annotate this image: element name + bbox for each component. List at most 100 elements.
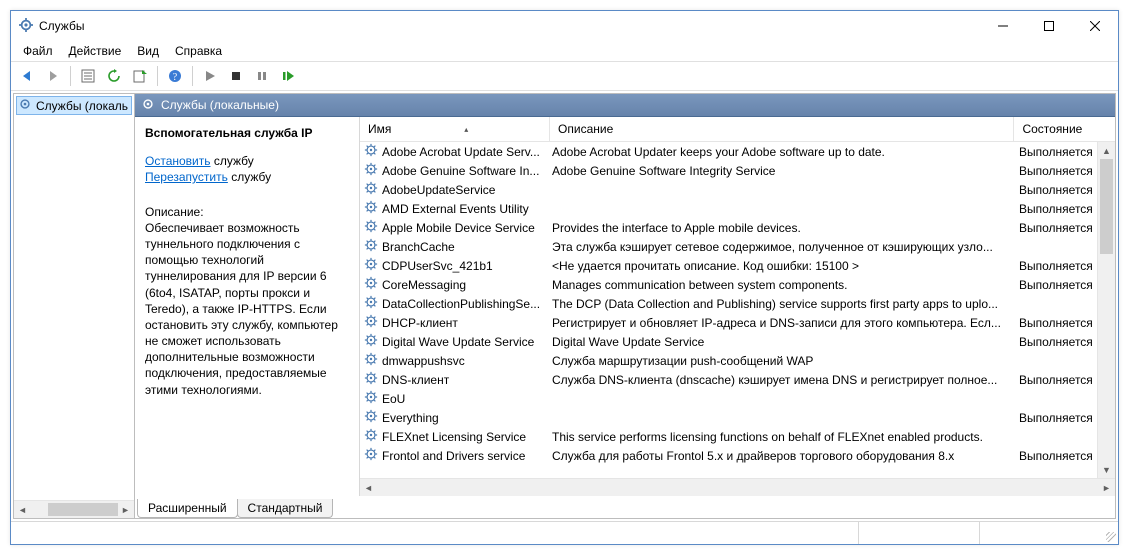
service-row[interactable]: FLEXnet Licensing ServiceThis service pe… [360, 427, 1115, 446]
service-description: Manages communication between system com… [548, 278, 1015, 292]
col-header-desc-label: Описание [558, 122, 613, 136]
stop-service-link[interactable]: Остановить [145, 154, 211, 168]
service-name: Apple Mobile Device Service [382, 221, 535, 235]
service-description: Регистрирует и обновляет IP-адреса и DNS… [548, 316, 1015, 330]
service-row[interactable]: DNS-клиентСлужба DNS-клиента (dnscache) … [360, 370, 1115, 389]
tree-root-services[interactable]: Службы (локаль [16, 96, 132, 115]
resize-grip[interactable] [1100, 522, 1118, 544]
gear-icon [364, 447, 378, 464]
service-row[interactable]: CDPUserSvc_421b1<Не удается прочитать оп… [360, 256, 1115, 275]
col-header-description[interactable]: Описание [550, 117, 1014, 141]
service-description: Provides the interface to Apple mobile d… [548, 221, 1015, 235]
service-row[interactable]: DataCollectionPublishingSe...The DCP (Da… [360, 294, 1115, 313]
pause-service-button[interactable] [250, 64, 274, 88]
gear-icon [364, 200, 378, 217]
gear-icon [364, 333, 378, 350]
service-name: DNS-клиент [382, 373, 449, 387]
gear-icon [364, 276, 378, 293]
service-row[interactable]: CoreMessaging Manages communication betwe… [360, 275, 1115, 294]
scroll-left-icon[interactable]: ◄ [360, 479, 377, 496]
service-row[interactable]: Adobe Genuine Software In...Adobe Genuin… [360, 161, 1115, 180]
help-button[interactable]: ? [163, 64, 187, 88]
service-name: dmwappushsvc [382, 354, 465, 368]
menu-file[interactable]: Файл [15, 42, 61, 60]
main-body: Службы (локаль ◄ ► Службы (локальные) Вс… [13, 93, 1116, 519]
maximize-button[interactable] [1026, 11, 1072, 41]
gear-icon [364, 181, 378, 198]
service-description: Adobe Genuine Software Integrity Service [548, 164, 1015, 178]
tab-extended[interactable]: Расширенный [137, 499, 238, 518]
statusbar [11, 521, 1118, 544]
service-row[interactable]: Frontol and Drivers serviceСлужба для ра… [360, 446, 1115, 465]
service-description: <Не удается прочитать описание. Код ошиб… [548, 259, 1015, 273]
service-description: Эта служба кэширует сетевое содержимое, … [548, 240, 1015, 254]
refresh-button[interactable] [102, 64, 126, 88]
pane-header: Службы (локальные) [135, 94, 1115, 117]
service-description: The DCP (Data Collection and Publishing)… [548, 297, 1015, 311]
col-header-name[interactable]: Имя ▴ [360, 117, 550, 141]
service-row[interactable]: BranchCacheЭта служба кэширует сетевое с… [360, 237, 1115, 256]
restart-suffix: службу [228, 170, 271, 184]
tab-standard[interactable]: Стандартный [237, 499, 334, 518]
restart-service-link[interactable]: Перезапустить [145, 170, 228, 184]
gear-icon [364, 162, 378, 179]
list-scrollbar-horizontal[interactable]: ◄ ► [360, 478, 1115, 496]
service-name: Frontol and Drivers service [382, 449, 525, 463]
service-row[interactable]: DHCP-клиентРегистрирует и обновляет IP-а… [360, 313, 1115, 332]
scroll-right-icon[interactable]: ► [1098, 479, 1115, 496]
toolbar: ? [11, 61, 1118, 91]
selected-service-name: Вспомогательная служба IP [145, 125, 349, 141]
tab-extended-label: Расширенный [148, 501, 227, 515]
menu-help[interactable]: Справка [167, 42, 230, 60]
stop-service-button[interactable] [224, 64, 248, 88]
list-scrollbar-vertical[interactable]: ▲ ▼ [1097, 142, 1115, 478]
service-row[interactable]: EoU [360, 389, 1115, 408]
service-row[interactable]: dmwappushsvc Служба маршрутизации push-со… [360, 351, 1115, 370]
service-row[interactable]: AdobeUpdateServiceВыполняется [360, 180, 1115, 199]
gear-icon [141, 97, 155, 114]
statusbar-cell-main [11, 522, 858, 544]
menu-action[interactable]: Действие [61, 42, 130, 60]
tree-pane: Службы (локаль ◄ ► [14, 94, 135, 518]
properties-button[interactable] [76, 64, 100, 88]
gear-icon [364, 390, 378, 407]
pane-header-title: Службы (локальные) [161, 98, 279, 112]
scroll-down-icon[interactable]: ▼ [1098, 461, 1115, 478]
service-row[interactable]: Digital Wave Update ServiceDigital Wave … [360, 332, 1115, 351]
export-button[interactable] [128, 64, 152, 88]
close-button[interactable] [1072, 11, 1118, 41]
scroll-left-icon[interactable]: ◄ [14, 501, 31, 518]
gear-icon [364, 428, 378, 445]
list-header: Имя ▴ Описание Состояние [360, 117, 1115, 142]
service-list-pane: Имя ▴ Описание Состояние Adobe Acrobat U… [360, 117, 1115, 496]
gear-icon [364, 295, 378, 312]
scroll-right-icon[interactable]: ► [117, 501, 134, 518]
scroll-thumb[interactable] [48, 501, 100, 518]
sort-asc-icon: ▴ [391, 125, 541, 134]
menu-view[interactable]: Вид [129, 42, 167, 60]
service-row[interactable]: Apple Mobile Device Service Provides the … [360, 218, 1115, 237]
service-row[interactable]: EverythingВыполняется [360, 408, 1115, 427]
scroll-up-icon[interactable]: ▲ [1098, 142, 1115, 159]
col-header-state[interactable]: Состояние [1014, 117, 1115, 141]
gear-icon [364, 371, 378, 388]
restart-service-button[interactable] [276, 64, 300, 88]
window-title: Службы [39, 19, 84, 33]
forward-button[interactable] [41, 64, 65, 88]
right-pane: Службы (локальные) Вспомогательная служб… [135, 94, 1115, 518]
minimize-button[interactable] [980, 11, 1026, 41]
list-rows[interactable]: Adobe Acrobat Update Serv...Adobe Acroba… [360, 142, 1115, 478]
gear-icon [364, 238, 378, 255]
back-button[interactable] [15, 64, 39, 88]
service-row[interactable]: AMD External Events UtilityВыполняется [360, 199, 1115, 218]
scroll-thumb[interactable] [1100, 159, 1113, 254]
start-service-button[interactable] [198, 64, 222, 88]
services-window: Службы Файл Действие Вид Справка ? [10, 10, 1119, 545]
service-description: Служба маршрутизации push-сообщений WAP [548, 354, 1015, 368]
stop-suffix: службу [211, 154, 254, 168]
titlebar[interactable]: Службы [11, 11, 1118, 41]
service-row[interactable]: Adobe Acrobat Update Serv...Adobe Acroba… [360, 142, 1115, 161]
tree-scrollbar-horizontal[interactable]: ◄ ► [14, 500, 134, 518]
service-name: CoreMessaging [382, 278, 466, 292]
description-text: Обеспечивает возможность туннельного под… [145, 220, 349, 398]
